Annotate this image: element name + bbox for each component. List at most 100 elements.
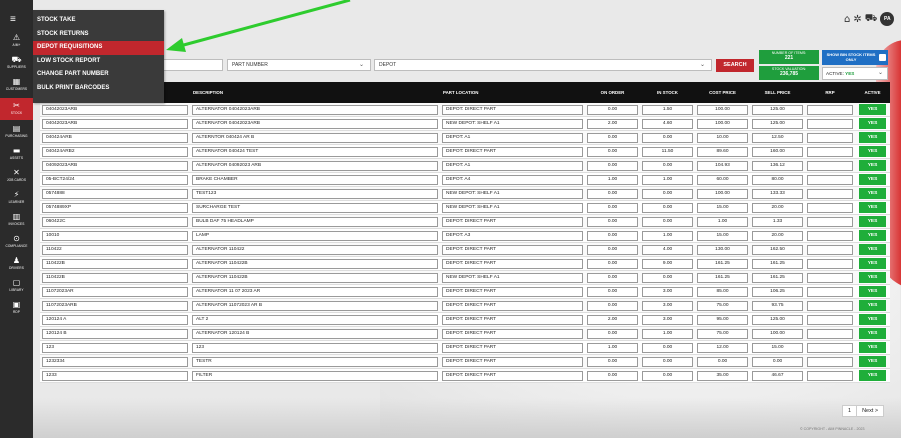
sidebar-item-aim-[interactable]: ⚠ AIM+ [0, 30, 33, 52]
sidebar-item-purchasing[interactable]: ▤ PURCHASING [0, 121, 33, 143]
page-1-button[interactable]: 1 [843, 406, 856, 416]
cost-price-value: 85.00 [697, 286, 748, 297]
cell-in-stock: 1.00 [640, 173, 695, 187]
table-row[interactable]: 05-BCT24/24 BRAKE CHAMBER DEPOT: A4 1.00 1.0… [40, 173, 890, 187]
cell-part-number: 05-BCT24/24 [40, 173, 190, 187]
table-row[interactable]: 1233 FILTER DEPOT: DIRECT PART 0.00 0.00 35.0… [40, 369, 890, 383]
home-icon[interactable]: ⌂ [844, 14, 850, 25]
table-row[interactable]: 0574889XP SURCHARGE TEST NEW DEPOT: SHELF … [40, 201, 890, 215]
table-row[interactable]: 040424ARB ALTERNTOR 040424 AR B DEPOT: A1 0… [40, 131, 890, 145]
active-status-button[interactable]: YES [859, 286, 886, 297]
on-order-value: 0.00 [587, 132, 638, 143]
column-header-part-location[interactable]: PART LOCATION [440, 82, 585, 103]
menu-item-change-part-number[interactable]: CHANGE PART NUMBER [33, 68, 164, 82]
active-status-button[interactable]: YES [859, 202, 886, 213]
sidebar-item-assets[interactable]: ▬ ASSETS [0, 143, 33, 165]
column-header-in-stock[interactable]: IN STOCK [640, 82, 695, 103]
active-status-button[interactable]: YES [859, 146, 886, 157]
active-status-button[interactable]: YES [859, 244, 886, 255]
chevron-down-icon: ⌄ [877, 70, 883, 76]
menu-item-stock-returns[interactable]: STOCK RETURNS [33, 28, 164, 42]
show-bin-stock-button[interactable]: SHOW BIN STOCK ITEMS ONLY [822, 50, 888, 65]
sidebar-item-library[interactable]: ▢ LIBRARY [0, 275, 33, 297]
part-number-input[interactable]: PART NUMBER ⌄ [227, 59, 371, 71]
column-header-cost-price[interactable]: COST PRICE [695, 82, 750, 103]
active-status-button[interactable]: YES [859, 272, 886, 283]
part-location-value: NEW DEPOT: SHELF A1 [442, 188, 583, 199]
active-status-button[interactable]: YES [859, 258, 886, 269]
table-row[interactable]: 11072023AR ALTERNATOR 11 07 2023 AR DEPOT:… [40, 285, 890, 299]
active-status-button[interactable]: YES [859, 328, 886, 339]
column-header-rrp[interactable]: RRP [805, 82, 855, 103]
sidebar-item-customers[interactable]: ▦ CUSTOMERS [0, 74, 33, 96]
active-status-button[interactable]: YES [859, 188, 886, 199]
table-row[interactable]: 120124 A ALT 2 DEPOT: DIRECT PART 2.00 3.00 9… [40, 313, 890, 327]
cell-rrp [805, 243, 855, 257]
user-avatar[interactable]: PA [880, 12, 895, 26]
menu-item-bulk-print-barcodes[interactable]: BULK PRINT BARCODES [33, 82, 164, 96]
active-status-button[interactable]: YES [859, 314, 886, 325]
active-status-button[interactable]: YES [859, 230, 886, 241]
menu-item-depot-requisitions[interactable]: DEPOT REQUISITIONS [33, 41, 164, 55]
table-row[interactable]: 04042023ARB ALTERNATOR 04042023ARB DEPOT: … [40, 103, 890, 117]
table-row[interactable]: 04042023ARB ALTERNATOR 04042023ARB NEW DEP… [40, 117, 890, 131]
settings-icon[interactable]: ✲ [853, 14, 861, 25]
table-row[interactable]: 120124 B ALTERNATOR 120124 B DEPOT: DIRECT… [40, 327, 890, 341]
part-location-value: NEW DEPOT: SHELF A1 [442, 118, 583, 129]
active-status-button[interactable]: YES [859, 342, 886, 353]
table-row[interactable]: 110422B ALTERNATOR 110422B NEW DEPOT: SHEL… [40, 271, 890, 285]
menu-item-stock-take[interactable]: STOCK TAKE [33, 14, 164, 28]
sidebar-item-invoices[interactable]: ▥ INVOICES [0, 209, 33, 231]
cell-part-location: NEW DEPOT: SHELF A1 [440, 201, 585, 215]
menu-item-low-stock-report[interactable]: LOW STOCK REPORT [33, 55, 164, 69]
cell-sell-price: 160.00 [750, 145, 805, 159]
sidebar-item-learner[interactable]: ⚡ LEARNER [0, 187, 33, 209]
sidebar-item-job-cards[interactable]: ✕ JOB CARDS [0, 165, 33, 187]
active-status-button[interactable]: YES [859, 356, 886, 367]
active-status-button[interactable]: YES [859, 160, 886, 171]
active-status-button[interactable]: YES [859, 370, 886, 381]
part-number-value: 110422B [42, 272, 188, 283]
depot-select[interactable]: DEPOT ⌄ [374, 59, 712, 71]
truck-icon[interactable]: ⛟ [865, 13, 878, 26]
table-row[interactable]: 123 123 DEPOT: DIRECT PART 1.00 0.00 12.00 15.… [40, 341, 890, 355]
active-status-button[interactable]: YES [859, 216, 886, 227]
next-page-button[interactable]: Next > [856, 406, 883, 416]
bin-stock-checkbox[interactable] [879, 54, 886, 61]
on-order-value: 1.00 [587, 342, 638, 353]
table-row[interactable]: 110422 ALTERNATOR 110422 DEPOT: DIRECT PAR… [40, 243, 890, 257]
table-row[interactable]: 0574888 TEST123 NEW DEPOT: SHELF A1 0.00 0.0… [40, 187, 890, 201]
in-stock-value: 0.00 [642, 272, 693, 283]
sidebar-item-drivers[interactable]: ♟ DRIVERS [0, 253, 33, 275]
active-filter-select[interactable]: ACTIVE: YES ⌄ [822, 67, 888, 80]
table-row[interactable]: 110422B ALTERNATOR 110422B DEPOT: DIRECT P… [40, 257, 890, 271]
column-header-description[interactable]: DESCRIPTION [190, 82, 440, 103]
hamburger-menu-icon[interactable]: ≡ [10, 15, 16, 25]
cell-cost-price: 89.60 [695, 145, 750, 159]
cell-in-stock: 3.00 [640, 299, 695, 313]
table-row[interactable]: 060422C BULB DAF 75 HEADLAMP DEPOT: DIRECT… [40, 215, 890, 229]
sidebar-item-rdp[interactable]: ▣ RDP [0, 297, 33, 319]
column-header-sell-price[interactable]: SELL PRICE [750, 82, 805, 103]
table-row[interactable]: 11072023ARB ALTERNATOR 11072023 AR B DEPOT… [40, 299, 890, 313]
active-status-button[interactable]: YES [859, 118, 886, 129]
part-number-value: 04042023ARB [42, 104, 188, 115]
table-row[interactable]: 10010 LAMP DEPOT: A3 0.00 1.00 15.00 20.00 YES [40, 229, 890, 243]
cell-part-location: DEPOT: DIRECT PART [440, 145, 585, 159]
table-row[interactable]: 1232334 TESTR DEPOT: DIRECT PART 0.00 0.00 0.… [40, 355, 890, 369]
search-button[interactable]: SEARCH [716, 59, 754, 72]
cost-price-value: 10.00 [697, 132, 748, 143]
sidebar-item-compliance[interactable]: ⊙ COMPLIANCE [0, 231, 33, 253]
sidebar-item-stock[interactable]: ✂ STOCK [0, 98, 33, 120]
table-row[interactable]: 04092023ARB ALTERNATOR 04092023 ARB DEPOT:… [40, 159, 890, 173]
active-status-button[interactable]: YES [859, 132, 886, 143]
cost-price-value: 75.00 [697, 300, 748, 311]
sidebar-item-suppliers[interactable]: ⛟ SUPPLIERS [0, 52, 33, 74]
active-status-button[interactable]: YES [859, 104, 886, 115]
cell-in-stock: 0.00 [640, 215, 695, 229]
column-header-on-order[interactable]: ON ORDER [585, 82, 640, 103]
column-header-active[interactable]: ACTIVE [855, 82, 890, 103]
active-status-button[interactable]: YES [859, 174, 886, 185]
table-row[interactable]: 040424ARB2 ALTERNATOR 040424 TEST DEPOT: D… [40, 145, 890, 159]
active-status-button[interactable]: YES [859, 300, 886, 311]
